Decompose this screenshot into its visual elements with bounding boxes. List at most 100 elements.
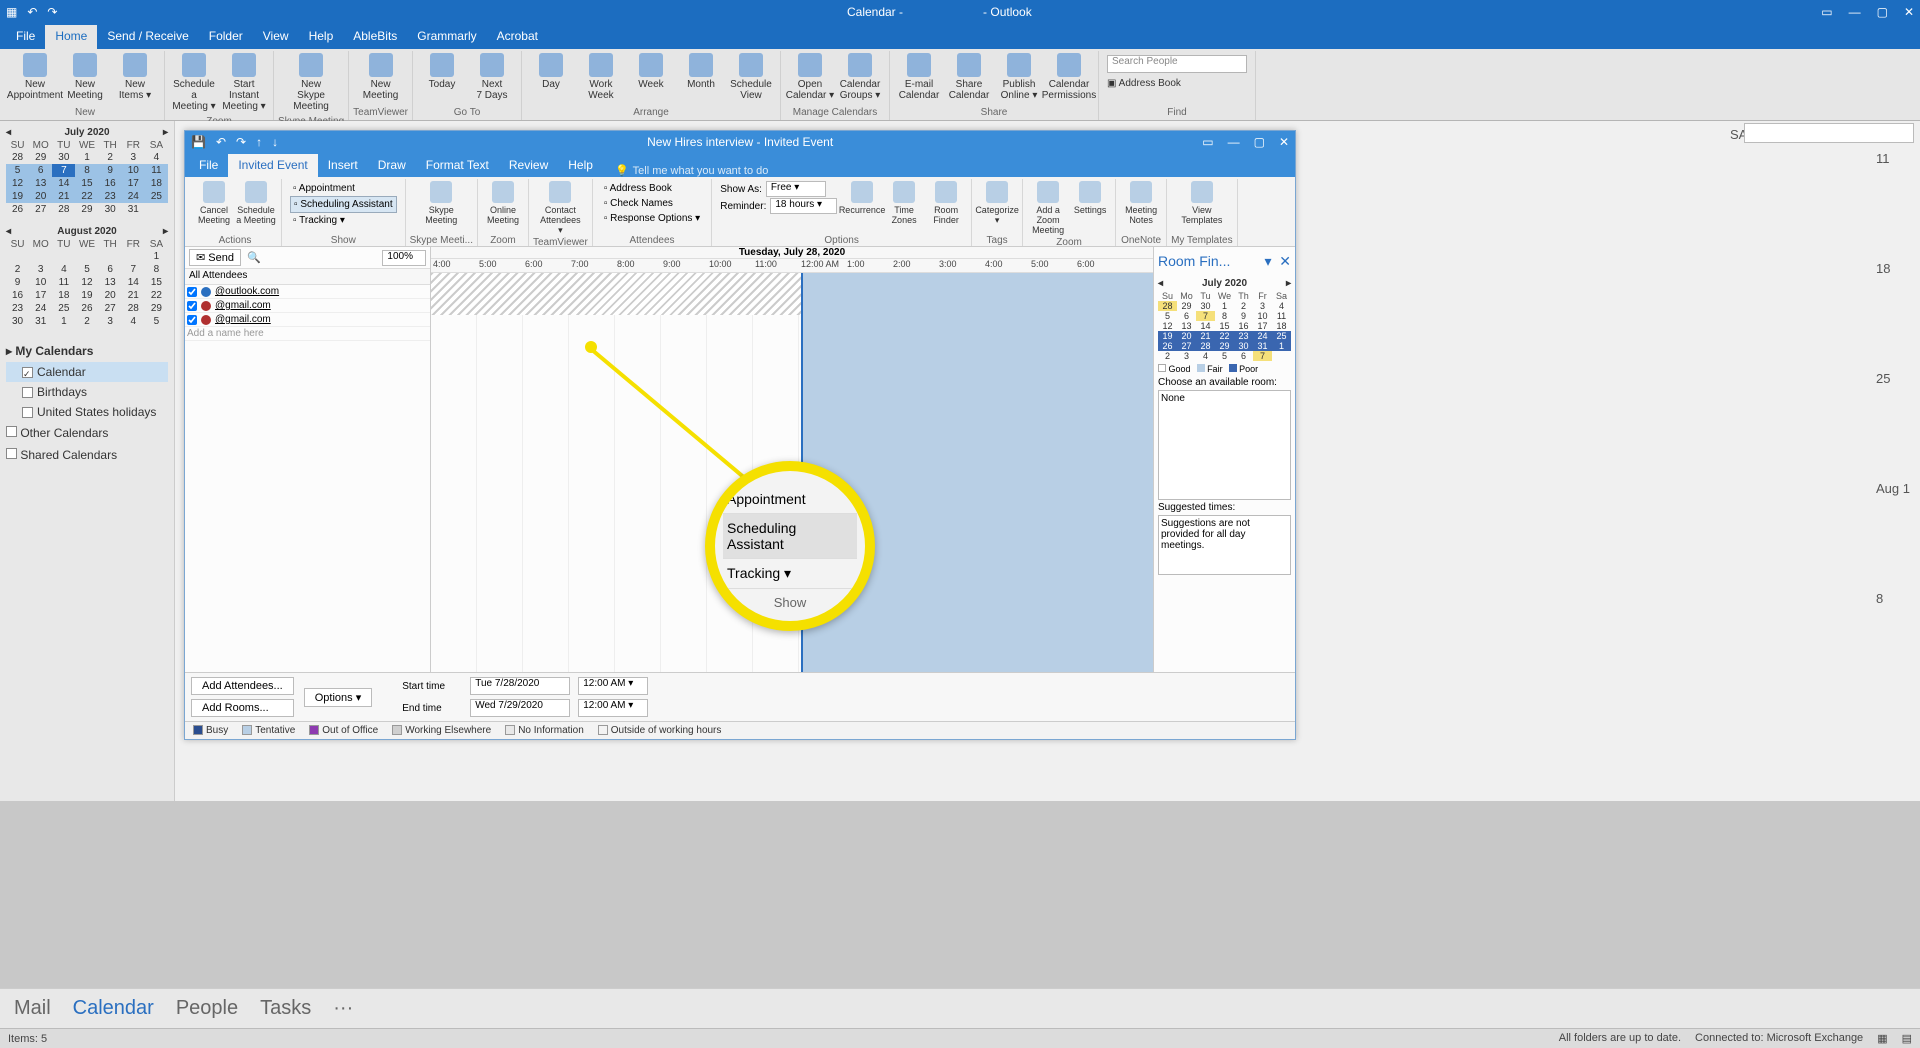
select-reminder[interactable]: 18 hours ▾	[770, 198, 837, 214]
mini-calendar-july[interactable]: ◂July 2020▸SUMOTUWETHFRSA282930123456789…	[6, 125, 168, 216]
tab-file[interactable]: File	[6, 25, 45, 49]
event-tab-draw[interactable]: Draw	[368, 154, 416, 177]
send-button[interactable]: ✉ Send	[189, 249, 241, 266]
select-showas[interactable]: Free ▾	[766, 181, 826, 197]
calendar-icon[interactable]: Schedule aMeeting ▾	[169, 51, 219, 114]
calendar-item-calendar[interactable]: Calendar	[6, 362, 168, 382]
event-tab-insert[interactable]: Insert	[318, 154, 368, 177]
groups-icon[interactable]: CalendarGroups ▾	[835, 51, 885, 103]
tab-ablebits[interactable]: AbleBits	[343, 25, 407, 49]
week-icon[interactable]: Week	[626, 51, 676, 92]
response-options--button[interactable]: ▫ Response Options ▾	[601, 211, 703, 226]
mail-icon[interactable]: E-mailCalendar	[894, 51, 944, 103]
undo-icon[interactable]: ↶	[27, 5, 37, 19]
add-attendees-button[interactable]: Add Attendees...	[191, 677, 294, 695]
close-pane-icon[interactable]: ✕	[1279, 253, 1291, 269]
undo-icon[interactable]: ↶	[216, 135, 226, 149]
skype-icon-button[interactable]: SkypeMeeting	[420, 179, 462, 227]
calendar-item-birthdays[interactable]: Birthdays	[6, 382, 168, 402]
scheduling-assistant-button[interactable]: ▫ Scheduling Assistant	[290, 196, 397, 213]
event-tab-invited-event[interactable]: Invited Event	[228, 154, 317, 177]
tab-home[interactable]: Home	[45, 25, 97, 49]
mini-calendar-august[interactable]: ◂August 2020▸SUMOTUWETHFRSA1234567891011…	[6, 224, 168, 328]
schedule-icon[interactable]: ScheduleView	[726, 51, 776, 103]
add-name-field[interactable]: Add a name here	[187, 328, 264, 339]
tell-me-search[interactable]: 💡 Tell me what you want to do	[615, 164, 768, 177]
end-date-input[interactable]: Wed 7/29/2020	[470, 699, 570, 717]
view-reading-icon[interactable]: ▤	[1902, 1032, 1912, 1045]
nav-tasks[interactable]: Tasks	[260, 997, 311, 1020]
share-icon[interactable]: ShareCalendar	[944, 51, 994, 103]
room-list[interactable]: None	[1158, 390, 1291, 500]
teamviewer-icon-button[interactable]: ContactAttendees ▾	[539, 179, 581, 237]
redo-icon[interactable]: ↷	[236, 135, 246, 149]
tz-icon-button[interactable]: TimeZones	[883, 179, 925, 227]
publish-icon[interactable]: PublishOnline ▾	[994, 51, 1044, 103]
month-icon[interactable]: Month	[676, 51, 726, 92]
categorize-icon-button[interactable]: Categorize▾	[976, 179, 1018, 227]
prev-month-icon[interactable]: ◂	[6, 127, 11, 138]
maximize-icon[interactable]: ▢	[1254, 135, 1265, 149]
start-time-input[interactable]: 12:00 AM ▾	[578, 677, 648, 695]
tab-view[interactable]: View	[253, 25, 299, 49]
tab-grammarly[interactable]: Grammarly	[407, 25, 486, 49]
onenote-icon-button[interactable]: MeetingNotes	[1120, 179, 1162, 227]
zoom-icon[interactable]: Start InstantMeeting ▾	[219, 51, 269, 114]
skype-icon[interactable]: New SkypeMeeting	[286, 51, 336, 114]
maximize-icon[interactable]: ▢	[1877, 5, 1888, 19]
attendee-row[interactable]: @gmail.com	[185, 313, 430, 327]
search-people-input[interactable]: Search People	[1107, 55, 1247, 73]
save-icon[interactable]: 💾	[191, 135, 206, 149]
calendar-icon[interactable]: NewAppointment	[10, 51, 60, 103]
gear-icon-button[interactable]: Settings	[1069, 179, 1111, 217]
ribbon-options-icon[interactable]: ▭	[1821, 5, 1832, 19]
calendar-search[interactable]	[1744, 123, 1914, 143]
zoom-out-icon[interactable]: 🔍	[247, 251, 261, 264]
day-icon[interactable]: Day	[526, 51, 576, 92]
end-time-input[interactable]: 12:00 AM ▾	[578, 699, 648, 717]
recur-icon-button[interactable]: Recurrence	[841, 179, 883, 217]
tracking--button[interactable]: ▫ Tracking ▾	[290, 213, 397, 228]
templates-icon-button[interactable]: ViewTemplates	[1181, 179, 1223, 227]
teamviewer-icon[interactable]: NewMeeting	[356, 51, 406, 103]
workweek-icon[interactable]: WorkWeek	[576, 51, 626, 103]
perm-icon[interactable]: CalendarPermissions	[1044, 51, 1094, 103]
next-month-icon[interactable]: ▸	[1286, 278, 1291, 289]
minimize-icon[interactable]: —	[1849, 5, 1861, 19]
nav-···[interactable]: ···	[333, 997, 353, 1020]
delete-icon-button[interactable]: CancelMeeting	[193, 179, 235, 227]
calendar-people-icon[interactable]: NewMeeting	[60, 51, 110, 103]
zoom-select[interactable]: 100%	[382, 250, 426, 266]
prev-month-icon[interactable]: ◂	[6, 226, 11, 237]
group-shared-calendars[interactable]: Shared Calendars	[6, 444, 168, 466]
items-icon[interactable]: NewItems ▾	[110, 51, 160, 103]
redo-icon[interactable]: ↷	[47, 5, 57, 19]
dropdown-icon[interactable]: ▾	[1264, 253, 1271, 269]
calendar-item-united-states-holidays[interactable]: United States holidays	[6, 402, 168, 422]
start-date-input[interactable]: Tue 7/28/2020	[470, 677, 570, 695]
zoom-icon-button[interactable]: Add a ZoomMeeting	[1027, 179, 1069, 237]
address-book-button[interactable]: ▫ Address Book	[601, 181, 703, 196]
nav-calendar[interactable]: Calendar	[73, 997, 154, 1020]
room-finder-calendar[interactable]: ◂July 2020▸SuMoTuWeThFrSa282930123456789…	[1158, 276, 1291, 361]
prev-month-icon[interactable]: ◂	[1158, 278, 1163, 289]
check-names-button[interactable]: ▫ Check Names	[601, 196, 703, 211]
tab-send-receive[interactable]: Send / Receive	[97, 25, 198, 49]
meeting-block[interactable]	[801, 273, 1153, 672]
nav-people[interactable]: People	[176, 997, 238, 1020]
tab-help[interactable]: Help	[299, 25, 344, 49]
today-icon[interactable]: Today	[417, 51, 467, 92]
event-tab-help[interactable]: Help	[558, 154, 603, 177]
next-month-icon[interactable]: ▸	[163, 127, 168, 138]
event-tab-file[interactable]: File	[189, 154, 228, 177]
options-button[interactable]: Options ▾	[304, 688, 373, 707]
close-icon[interactable]: ✕	[1279, 135, 1289, 149]
view-normal-icon[interactable]: ▦	[1877, 1032, 1887, 1045]
group-my-calendars[interactable]: ▸ My Calendars	[6, 340, 168, 362]
calendar-icon-button[interactable]: Schedulea Meeting	[235, 179, 277, 227]
close-icon[interactable]: ✕	[1904, 5, 1914, 19]
group-other-calendars[interactable]: Other Calendars	[6, 422, 168, 444]
event-tab-review[interactable]: Review	[499, 154, 558, 177]
attendee-row[interactable]: @outlook.com	[185, 285, 430, 299]
week-icon[interactable]: Next7 Days	[467, 51, 517, 103]
